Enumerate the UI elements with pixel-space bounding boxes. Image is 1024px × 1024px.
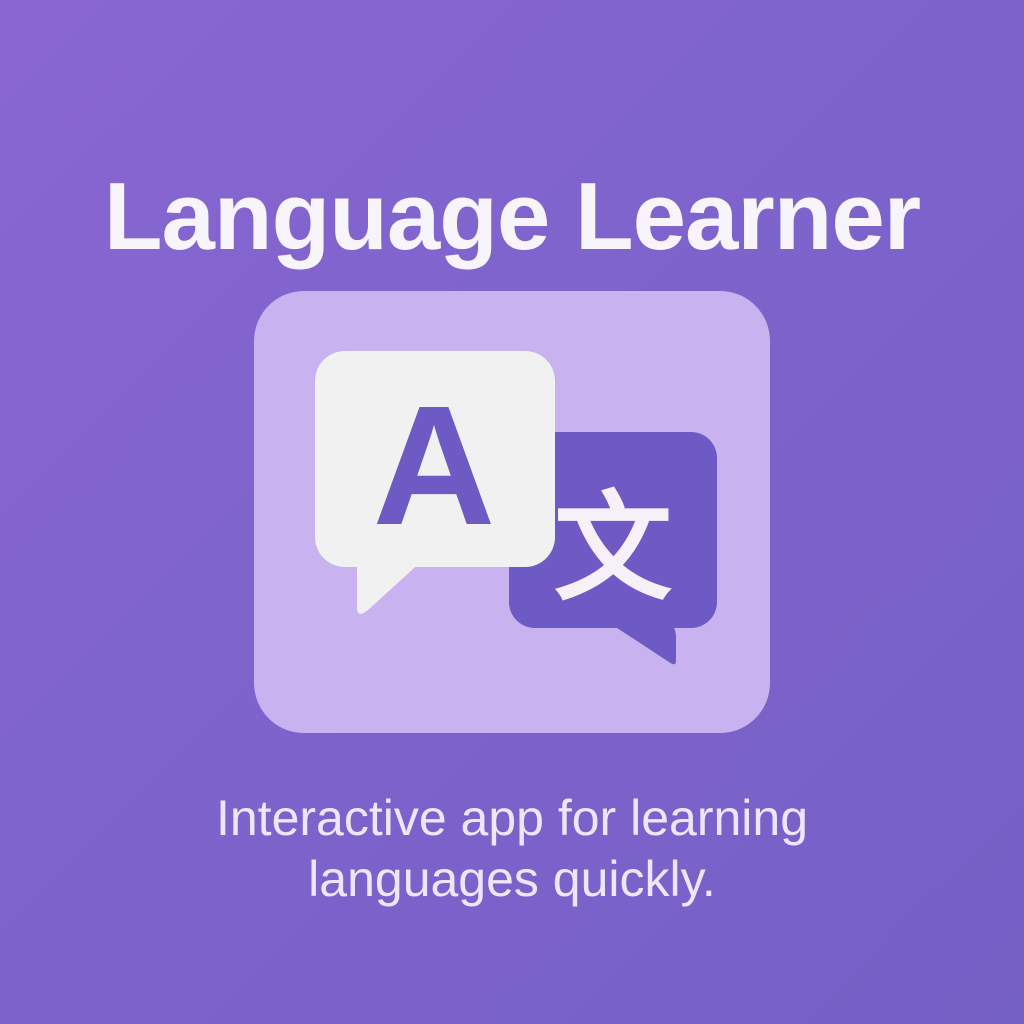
app-icon-tile: 文 A [254,291,770,733]
right-glyph: 文 [554,479,672,617]
app-title: Language Learner [103,163,921,271]
app-tagline: Interactive app for learning languages q… [0,788,1024,910]
tagline-line-1: Interactive app for learning [215,790,809,846]
left-glyph: A [373,371,496,561]
translate-icon: 文 A [315,351,717,665]
tagline-line-2: languages quickly. [308,851,716,907]
